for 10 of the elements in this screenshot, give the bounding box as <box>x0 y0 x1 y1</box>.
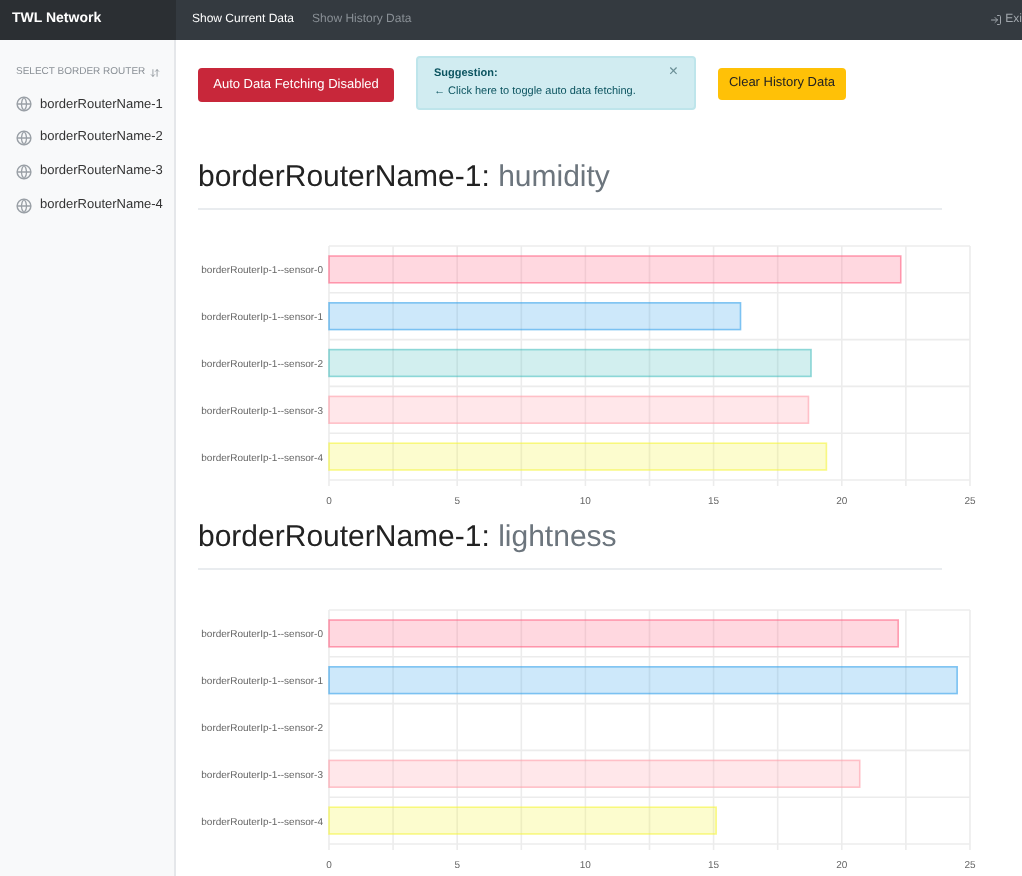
globe-icon <box>16 163 32 180</box>
globe-icon <box>16 130 32 147</box>
panel-metric: lightness <box>498 520 617 554</box>
panel-title: borderRouterName-1: <box>198 520 490 554</box>
sort-icon <box>149 68 160 79</box>
panel-title: borderRouterName-1: <box>198 160 490 194</box>
exit-icon <box>989 14 1002 26</box>
globe-icon <box>16 197 32 214</box>
panel-metric: humidity <box>498 160 610 194</box>
globe-icon <box>16 96 32 113</box>
